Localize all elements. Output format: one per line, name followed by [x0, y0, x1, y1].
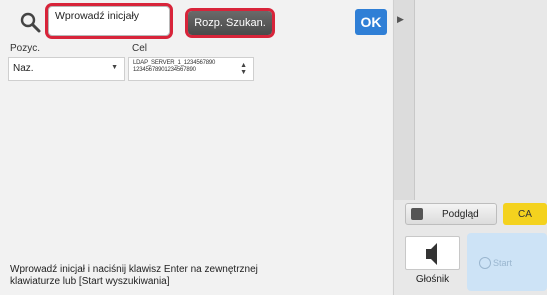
search-screen: Wprowadź inicjały Rozp. Szukan. OK Pozyc… [0, 0, 547, 295]
preview-icon [411, 208, 423, 220]
start-button[interactable]: Start [467, 233, 547, 291]
speaker-icon [426, 243, 437, 265]
search-icon [18, 10, 44, 36]
target-line-2: 12345678901234567890 [133, 67, 196, 73]
chevron-down-icon: ▼ [111, 64, 118, 71]
speaker-label: Głośnik [415, 274, 450, 285]
panel-collapse-tab[interactable]: ▶ [394, 0, 415, 200]
ok-button[interactable]: OK [355, 9, 387, 35]
item-column-label: Pozyc. [10, 43, 41, 54]
initials-input[interactable]: Wprowadź inicjały [48, 6, 170, 36]
up-down-arrow-icon: ▲ ▼ [240, 62, 247, 76]
item-select[interactable]: Naz. ▼ [8, 57, 125, 81]
target-column-label: Cel [132, 43, 148, 54]
instruction-text: Wprowadź inicjał i naciśnij klawisz Ente… [10, 264, 258, 287]
target-line-1: LDAP_SERVER_1_1234567890 [133, 60, 216, 66]
collapse-arrow-icon: ▶ [397, 14, 404, 24]
main-panel: Wprowadź inicjały Rozp. Szukan. OK Pozyc… [0, 0, 392, 295]
start-label: Start [493, 258, 513, 268]
clear-all-button[interactable]: CA [503, 203, 547, 225]
start-icon [479, 257, 491, 269]
target-select[interactable]: LDAP_SERVER_1_1234567890 123456789012345… [128, 57, 254, 81]
preview-button[interactable]: Podgląd [405, 203, 497, 225]
right-panel: ▶ Podgląd CA Głośnik Start [393, 0, 547, 295]
start-search-button[interactable]: Rozp. Szukan. [188, 11, 272, 35]
preview-label: Podgląd [442, 209, 479, 220]
speaker-icon-box [405, 236, 460, 270]
item-select-value: Naz. [13, 63, 34, 74]
speaker-button[interactable]: Głośnik [405, 236, 460, 286]
